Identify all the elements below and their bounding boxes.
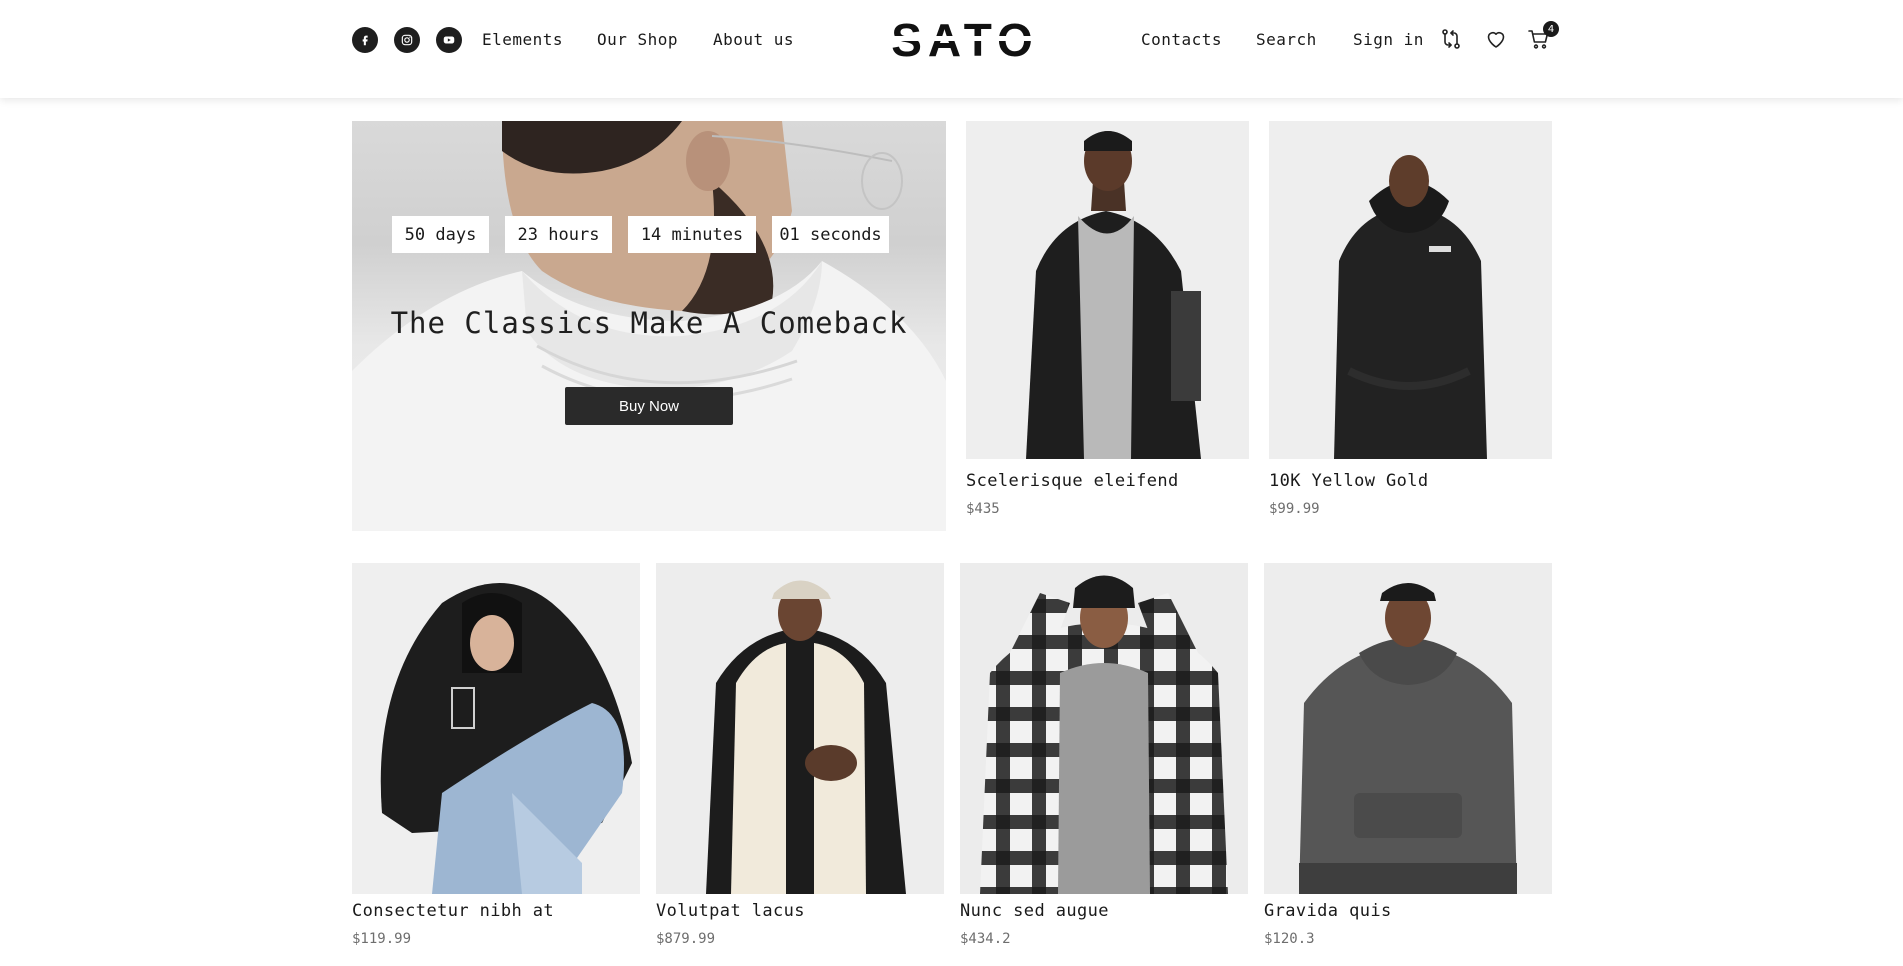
instagram-icon[interactable] (394, 27, 420, 53)
site-header: Elements Our Shop About us SATO Contacts… (0, 0, 1903, 98)
nav-contacts[interactable]: Contacts (1141, 30, 1222, 49)
product-price: $435 (966, 501, 1000, 517)
product-image[interactable] (960, 563, 1248, 894)
nav-elements[interactable]: Elements (482, 30, 563, 49)
product-image[interactable] (966, 121, 1249, 459)
nav-our-shop[interactable]: Our Shop (597, 30, 678, 49)
product-card[interactable]: Scelerisque eleifend $435 (966, 121, 1249, 521)
nav-about-us[interactable]: About us (713, 30, 794, 49)
product-card[interactable]: Nunc sed augue $434.2 (960, 563, 1248, 963)
product-name[interactable]: Nunc sed augue (960, 901, 1109, 921)
site-logo[interactable]: SATO (889, 14, 1041, 66)
hero-title: The Classics Make A Comeback (390, 306, 908, 340)
product-card[interactable]: Volutpat lacus $879.99 (656, 563, 944, 963)
product-image[interactable] (656, 563, 944, 894)
facebook-icon[interactable] (352, 27, 378, 53)
hero-banner: 50 days 23 hours 14 minutes 01 seconds T… (352, 121, 946, 531)
product-image[interactable] (352, 563, 640, 894)
product-card[interactable]: Consectetur nibh at $119.99 (352, 563, 640, 963)
product-name[interactable]: Consectetur nibh at (352, 901, 554, 921)
buy-now-button[interactable]: Buy Now (565, 387, 733, 425)
product-price: $120.3 (1264, 931, 1315, 947)
youtube-icon[interactable] (436, 27, 462, 53)
product-price: $879.99 (656, 931, 716, 947)
heart-icon[interactable] (1484, 27, 1508, 51)
cart-count-badge: 4 (1543, 21, 1559, 37)
product-image[interactable] (1269, 121, 1552, 459)
product-name[interactable]: 10K Yellow Gold (1269, 471, 1429, 491)
product-image[interactable] (1264, 563, 1552, 894)
compare-icon[interactable] (1439, 27, 1463, 51)
nav-search[interactable]: Search (1256, 30, 1317, 49)
countdown-minutes: 14 minutes (628, 216, 756, 253)
countdown-seconds: 01 seconds (772, 216, 889, 253)
product-price: $119.99 (352, 931, 412, 947)
product-card[interactable]: 10K Yellow Gold $99.99 (1269, 121, 1552, 521)
countdown-days: 50 days (392, 216, 489, 253)
product-card[interactable]: Gravida quis $120.3 (1264, 563, 1552, 963)
product-name[interactable]: Gravida quis (1264, 901, 1392, 921)
nav-sign-in[interactable]: Sign in (1353, 30, 1424, 49)
product-price: $99.99 (1269, 501, 1320, 517)
product-price: $434.2 (960, 931, 1011, 947)
product-name[interactable]: Scelerisque eleifend (966, 471, 1179, 491)
product-name[interactable]: Volutpat lacus (656, 901, 805, 921)
countdown-hours: 23 hours (505, 216, 612, 253)
